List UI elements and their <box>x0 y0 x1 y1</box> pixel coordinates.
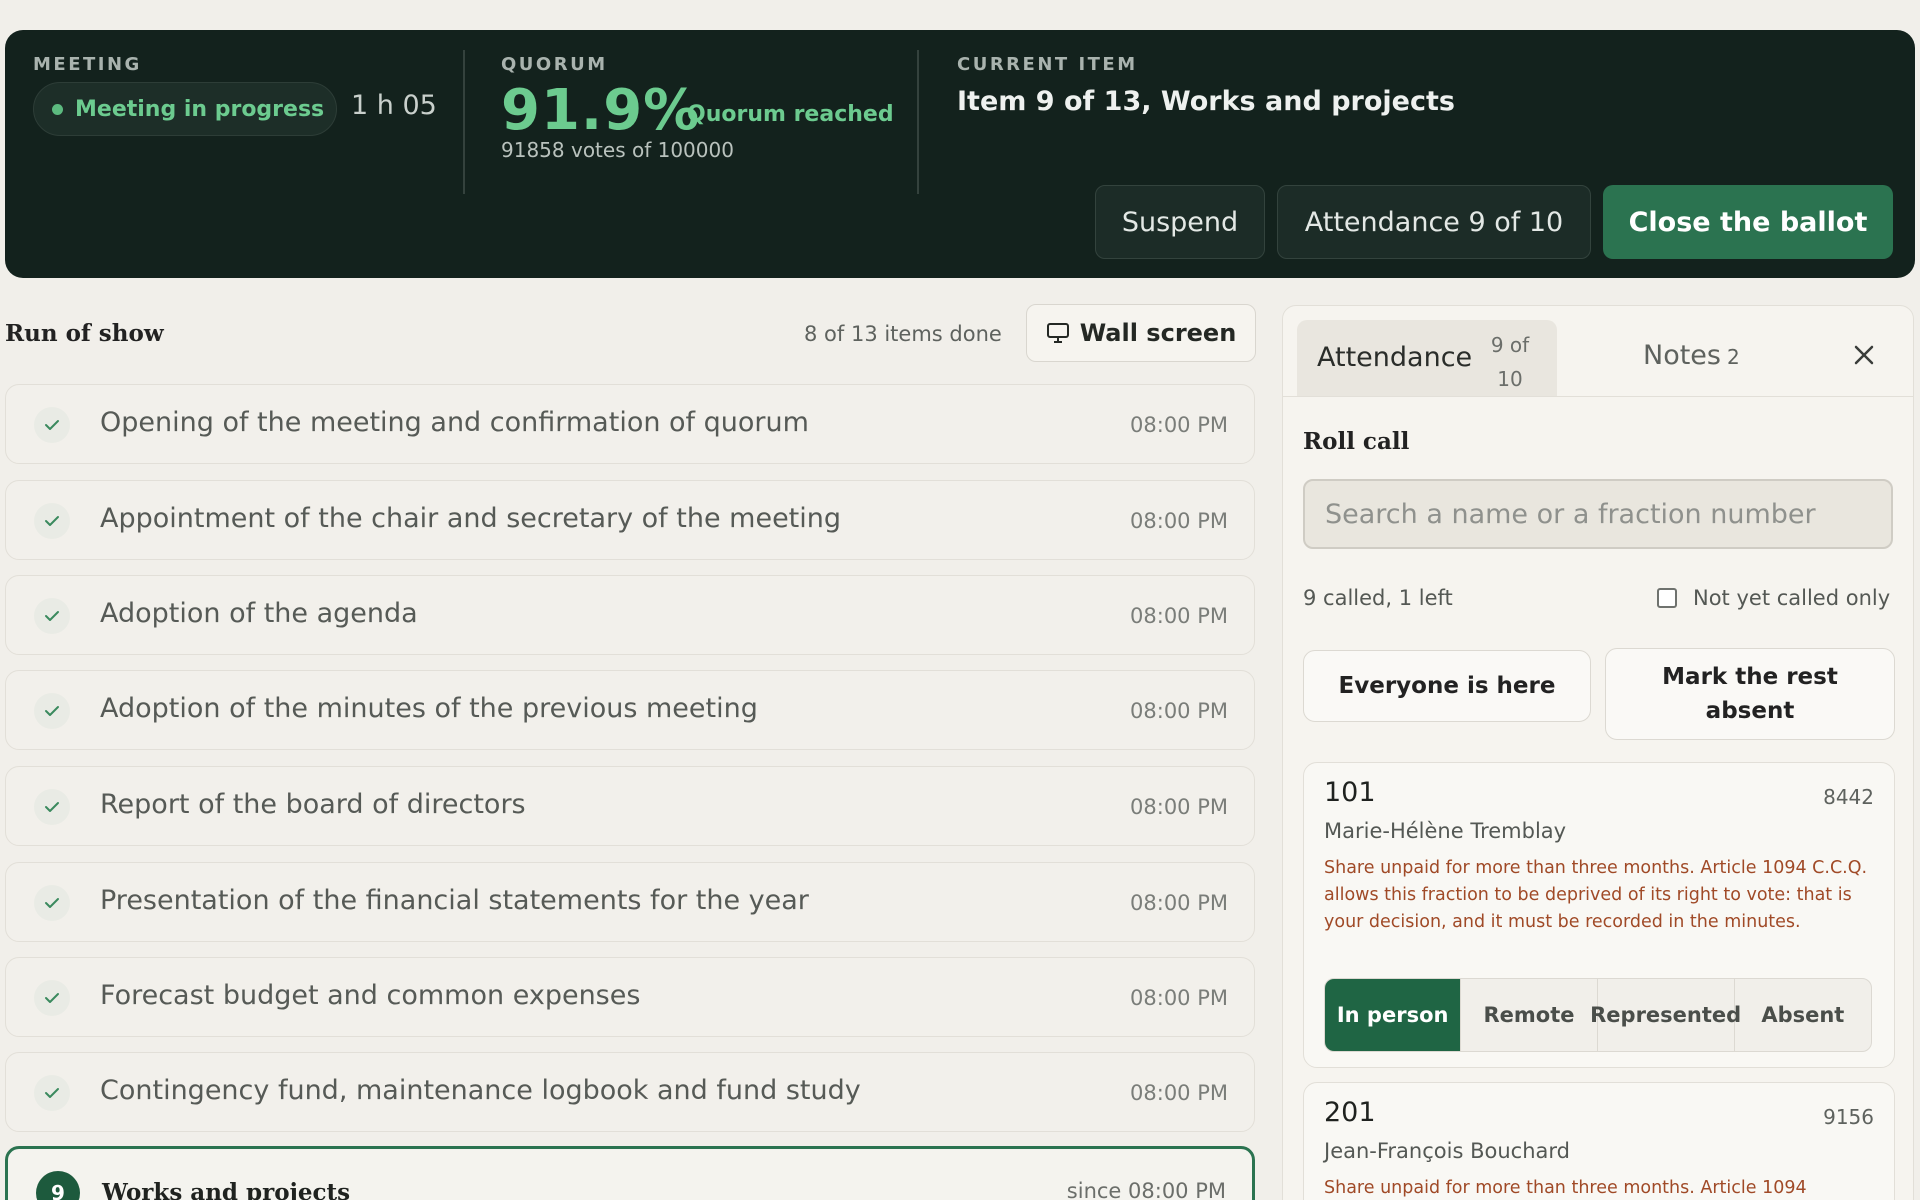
current-item-title: Item 9 of 13, Works and projects <box>957 86 1455 117</box>
current-item-label: CURRENT ITEM <box>957 54 1138 75</box>
attendance-mode-selector: In person Remote Represented Absent <box>1324 978 1872 1052</box>
unpaid-warning: Share unpaid for more than three months.… <box>1324 1178 1807 1198</box>
agenda-item-title: Opening of the meeting and confirmation … <box>100 407 809 438</box>
agenda-item-time: 08:00 PM <box>1130 604 1228 628</box>
agenda-item[interactable]: Report of the board of directors 08:00 PM <box>5 766 1255 846</box>
agenda-item[interactable]: Adoption of the minutes of the previous … <box>5 670 1255 750</box>
item-number-badge: 9 <box>36 1171 80 1200</box>
unpaid-warning: Share unpaid for more than three months.… <box>1324 858 1868 932</box>
check-icon <box>34 789 70 825</box>
header-divider <box>463 50 465 194</box>
tab-attendance[interactable]: Attendance 9 of 10 <box>1297 320 1557 396</box>
elapsed-time: 1 h 05 <box>351 90 437 121</box>
check-icon <box>34 885 70 921</box>
agenda-item-time: 08:00 PM <box>1130 1081 1228 1105</box>
agenda-item-title: Forecast budget and common expenses <box>100 980 641 1011</box>
mark-rest-absent-button[interactable]: Mark the rest absent <box>1605 648 1895 740</box>
meeting-label: MEETING <box>33 54 142 75</box>
status-text: Meeting in progress <box>75 96 325 122</box>
tab-divider <box>1283 396 1913 397</box>
agenda-item[interactable]: Opening of the meeting and confirmation … <box>5 384 1255 464</box>
tab-count-line: 10 <box>1497 367 1523 391</box>
agenda-item-time: 08:00 PM <box>1130 699 1228 723</box>
agenda-item[interactable]: Adoption of the agenda 08:00 PM <box>5 575 1255 655</box>
agenda-item[interactable]: Forecast budget and common expenses 08:00… <box>5 957 1255 1037</box>
side-panel: Attendance 9 of 10 Notes2 Roll call 9 cal… <box>1282 305 1914 1200</box>
quorum-status: Quorum reached <box>687 102 894 127</box>
mode-in-person-button[interactable]: In person <box>1325 979 1462 1051</box>
check-icon <box>34 598 70 634</box>
status-badge: Meeting in progress <box>33 82 337 136</box>
items-done-count: 8 of 13 items done <box>804 322 1002 346</box>
fraction-owner-name: Marie-Hélène Tremblay <box>1324 819 1567 843</box>
fraction-owner-name: Jean-François Bouchard <box>1324 1139 1570 1163</box>
check-icon <box>34 980 70 1016</box>
quorum-percentage: 91.9% <box>501 78 701 143</box>
fraction-number: 201 <box>1324 1097 1376 1128</box>
checkbox[interactable] <box>1657 588 1677 608</box>
meeting-header: MEETING Meeting in progress 1 h 05 QUORU… <box>5 30 1915 278</box>
close-ballot-button[interactable]: Close the ballot <box>1603 185 1893 259</box>
check-icon <box>34 693 70 729</box>
check-icon <box>34 503 70 539</box>
quorum-votes: 91858 votes of 100000 <box>501 138 734 162</box>
agenda-item-title: Appointment of the chair and secretary o… <box>100 503 842 534</box>
tab-notes-label: Notes <box>1643 340 1721 371</box>
fraction-card: 101 8442 Marie-Hélène Tremblay Share unp… <box>1303 762 1895 1068</box>
close-icon[interactable] <box>1849 340 1879 370</box>
mode-remote-button[interactable]: Remote <box>1461 979 1598 1051</box>
not-yet-called-label: Not yet called only <box>1693 586 1891 610</box>
tab-notes-count: 2 <box>1726 345 1740 369</box>
agenda-item-time: 08:00 PM <box>1130 986 1228 1010</box>
agenda-item-title: Contingency fund, maintenance logbook an… <box>100 1075 861 1106</box>
agenda-item-current[interactable]: 9 Works and projects since 08:00 PM <box>5 1146 1255 1200</box>
quorum-label: QUORUM <box>501 54 608 75</box>
agenda-item-title: Adoption of the agenda <box>100 598 418 629</box>
fraction-card: 201 9156 Jean-François Bouchard Share un… <box>1303 1082 1895 1200</box>
wall-screen-label: Wall screen <box>1079 319 1237 347</box>
wall-screen-button[interactable]: Wall screen <box>1026 304 1256 362</box>
agenda-item-title: Report of the board of directors <box>100 789 526 820</box>
called-count: 9 called, 1 left <box>1303 586 1453 610</box>
tab-count-line: 9 of <box>1490 333 1530 357</box>
agenda-item[interactable]: Contingency fund, maintenance logbook an… <box>5 1052 1255 1132</box>
search-input[interactable] <box>1303 479 1893 549</box>
mark-rest-line: absent <box>1705 698 1795 724</box>
attendance-button[interactable]: Attendance 9 of 10 <box>1277 185 1591 259</box>
suspend-button[interactable]: Suspend <box>1095 185 1265 259</box>
mode-represented-button[interactable]: Represented <box>1590 979 1741 1051</box>
everyone-here-button[interactable]: Everyone is here <box>1303 650 1591 722</box>
agenda-item-time: 08:00 PM <box>1130 891 1228 915</box>
agenda-item-title: Adoption of the minutes of the previous … <box>100 693 758 724</box>
tab-attendance-label: Attendance <box>1317 342 1473 373</box>
agenda-item-time: since 08:00 PM <box>1066 1179 1226 1200</box>
not-yet-called-filter[interactable]: Not yet called only <box>1657 586 1890 610</box>
fraction-votes: 8442 <box>1823 785 1874 809</box>
status-dot-icon <box>52 103 63 115</box>
agenda-item-time: 08:00 PM <box>1130 413 1228 437</box>
check-icon <box>34 1075 70 1111</box>
agenda-item-title: Presentation of the financial statements… <box>100 885 809 916</box>
agenda-item[interactable]: Presentation of the financial statements… <box>5 862 1255 942</box>
agenda-item[interactable]: Appointment of the chair and secretary o… <box>5 480 1255 560</box>
roll-call-title: Roll call <box>1303 428 1410 455</box>
agenda-item-title: Works and projects <box>102 1179 351 1200</box>
fraction-votes: 9156 <box>1823 1105 1874 1129</box>
check-icon <box>34 407 70 443</box>
monitor-icon <box>1046 323 1069 343</box>
agenda-item-time: 08:00 PM <box>1130 509 1228 533</box>
run-of-show-title: Run of show <box>5 320 164 347</box>
agenda-item-time: 08:00 PM <box>1130 795 1228 819</box>
mark-rest-line: Mark the rest <box>1662 664 1838 690</box>
mode-absent-button[interactable]: Absent <box>1735 979 1871 1051</box>
tab-notes[interactable]: Notes 2 <box>1643 340 1740 371</box>
tab-attendance-count: 9 of 10 <box>1485 328 1535 396</box>
fraction-number: 101 <box>1324 777 1376 808</box>
header-divider <box>917 50 919 194</box>
